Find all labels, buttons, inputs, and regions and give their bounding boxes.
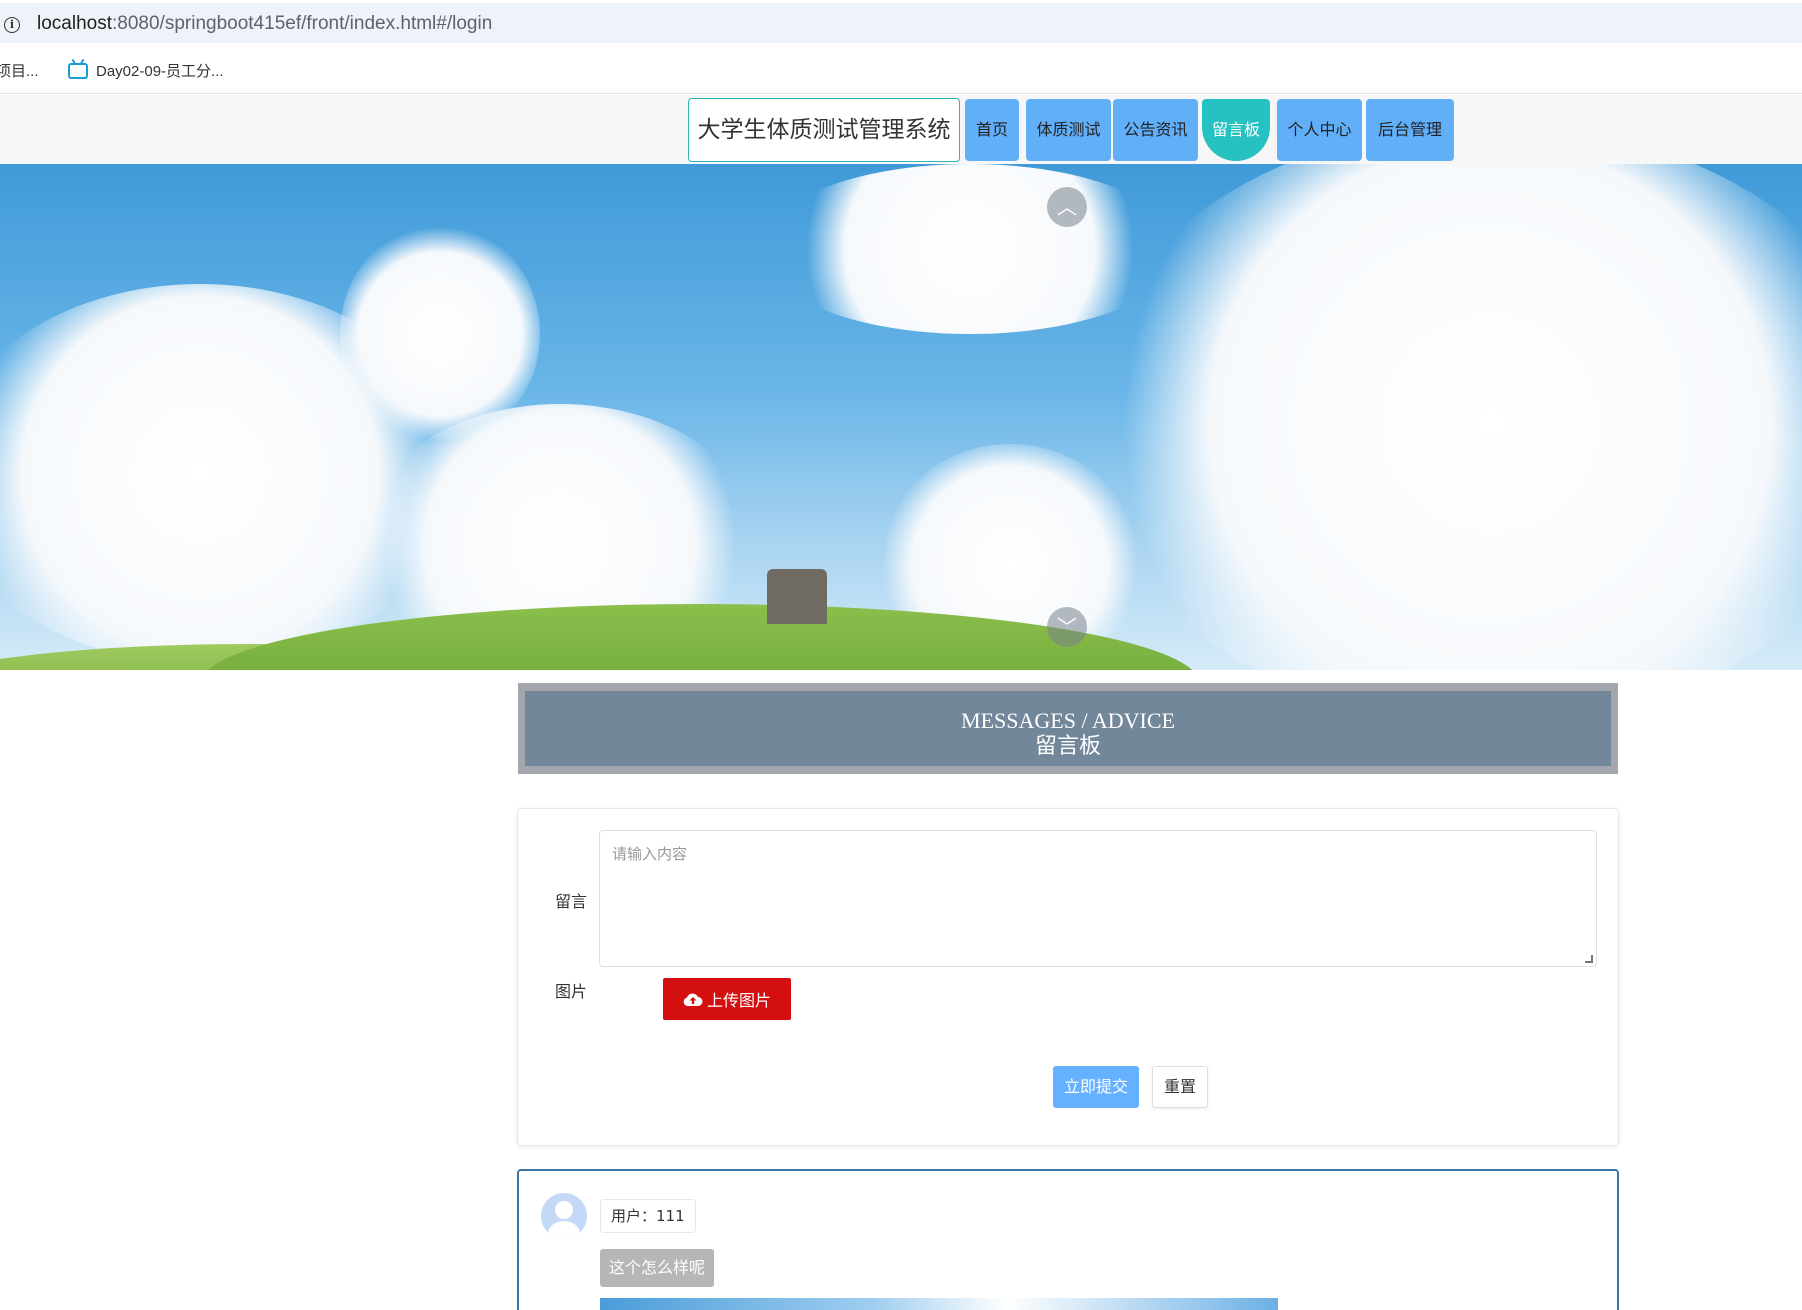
comment-item: 用户：111 这个怎么样呢 bbox=[517, 1169, 1619, 1310]
comment-content: 这个怎么样呢 bbox=[600, 1249, 715, 1287]
bilibili-tv-icon bbox=[68, 62, 88, 79]
reset-button[interactable]: 重置 bbox=[1152, 1066, 1208, 1108]
nav-home[interactable]: 首页 bbox=[965, 99, 1019, 161]
comment-image[interactable] bbox=[600, 1298, 1278, 1310]
nav-personal-center[interactable]: 个人中心 bbox=[1277, 99, 1362, 161]
bookmark-item[interactable]: 项目... bbox=[0, 60, 39, 81]
section-title: MESSAGES / ADVICE 留言板 bbox=[525, 691, 1611, 766]
bookmark-item[interactable]: Day02-09-员工分... bbox=[68, 60, 224, 81]
submit-button[interactable]: 立即提交 bbox=[1053, 1066, 1139, 1108]
carousel-next-arrow-icon[interactable]: ﹀ bbox=[1047, 607, 1087, 647]
site-title: 大学生体质测试管理系统 bbox=[688, 98, 960, 162]
message-placeholder: 请输入内容 bbox=[612, 845, 688, 863]
resize-handle-icon[interactable] bbox=[1585, 955, 1593, 963]
message-textarea[interactable]: 请输入内容 bbox=[599, 830, 1597, 967]
site-info-icon[interactable]: i bbox=[4, 17, 20, 33]
bookmarks-bar: 项目... Day02-09-员工分... bbox=[0, 46, 1802, 94]
nav-admin[interactable]: 后台管理 bbox=[1366, 99, 1454, 161]
nav-announcements[interactable]: 公告资讯 bbox=[1113, 99, 1198, 161]
carousel-prev-arrow-icon[interactable]: ︿ bbox=[1047, 187, 1087, 227]
banner-carousel: ︿ ﹀ bbox=[0, 164, 1802, 670]
browser-address-bar: i localhost:8080/springboot415ef/front/i… bbox=[0, 0, 1802, 46]
upload-image-button[interactable]: 上传图片 bbox=[663, 978, 791, 1020]
banner-tower bbox=[767, 569, 827, 624]
banner-cloud bbox=[1080, 164, 1802, 670]
section-title-frame: MESSAGES / ADVICE 留言板 bbox=[518, 683, 1618, 774]
section-title-cn: 留言板 bbox=[1034, 733, 1101, 758]
message-form: 留言 请输入内容 图片 上传图片 立即提交 重置 bbox=[517, 808, 1619, 1146]
user-avatar-icon bbox=[541, 1193, 587, 1239]
url-text[interactable]: localhost:8080/springboot415ef/front/ind… bbox=[37, 13, 492, 35]
comment-user: 用户：111 bbox=[600, 1199, 696, 1233]
cloud-upload-icon bbox=[683, 993, 703, 1007]
nav-physical-test[interactable]: 体质测试 bbox=[1026, 99, 1111, 161]
message-label: 留言 bbox=[555, 892, 588, 911]
section-title-en: MESSAGES / ADVICE bbox=[961, 708, 1175, 733]
image-label: 图片 bbox=[555, 982, 588, 1001]
address-field[interactable]: i localhost:8080/springboot415ef/front/i… bbox=[0, 3, 1802, 43]
